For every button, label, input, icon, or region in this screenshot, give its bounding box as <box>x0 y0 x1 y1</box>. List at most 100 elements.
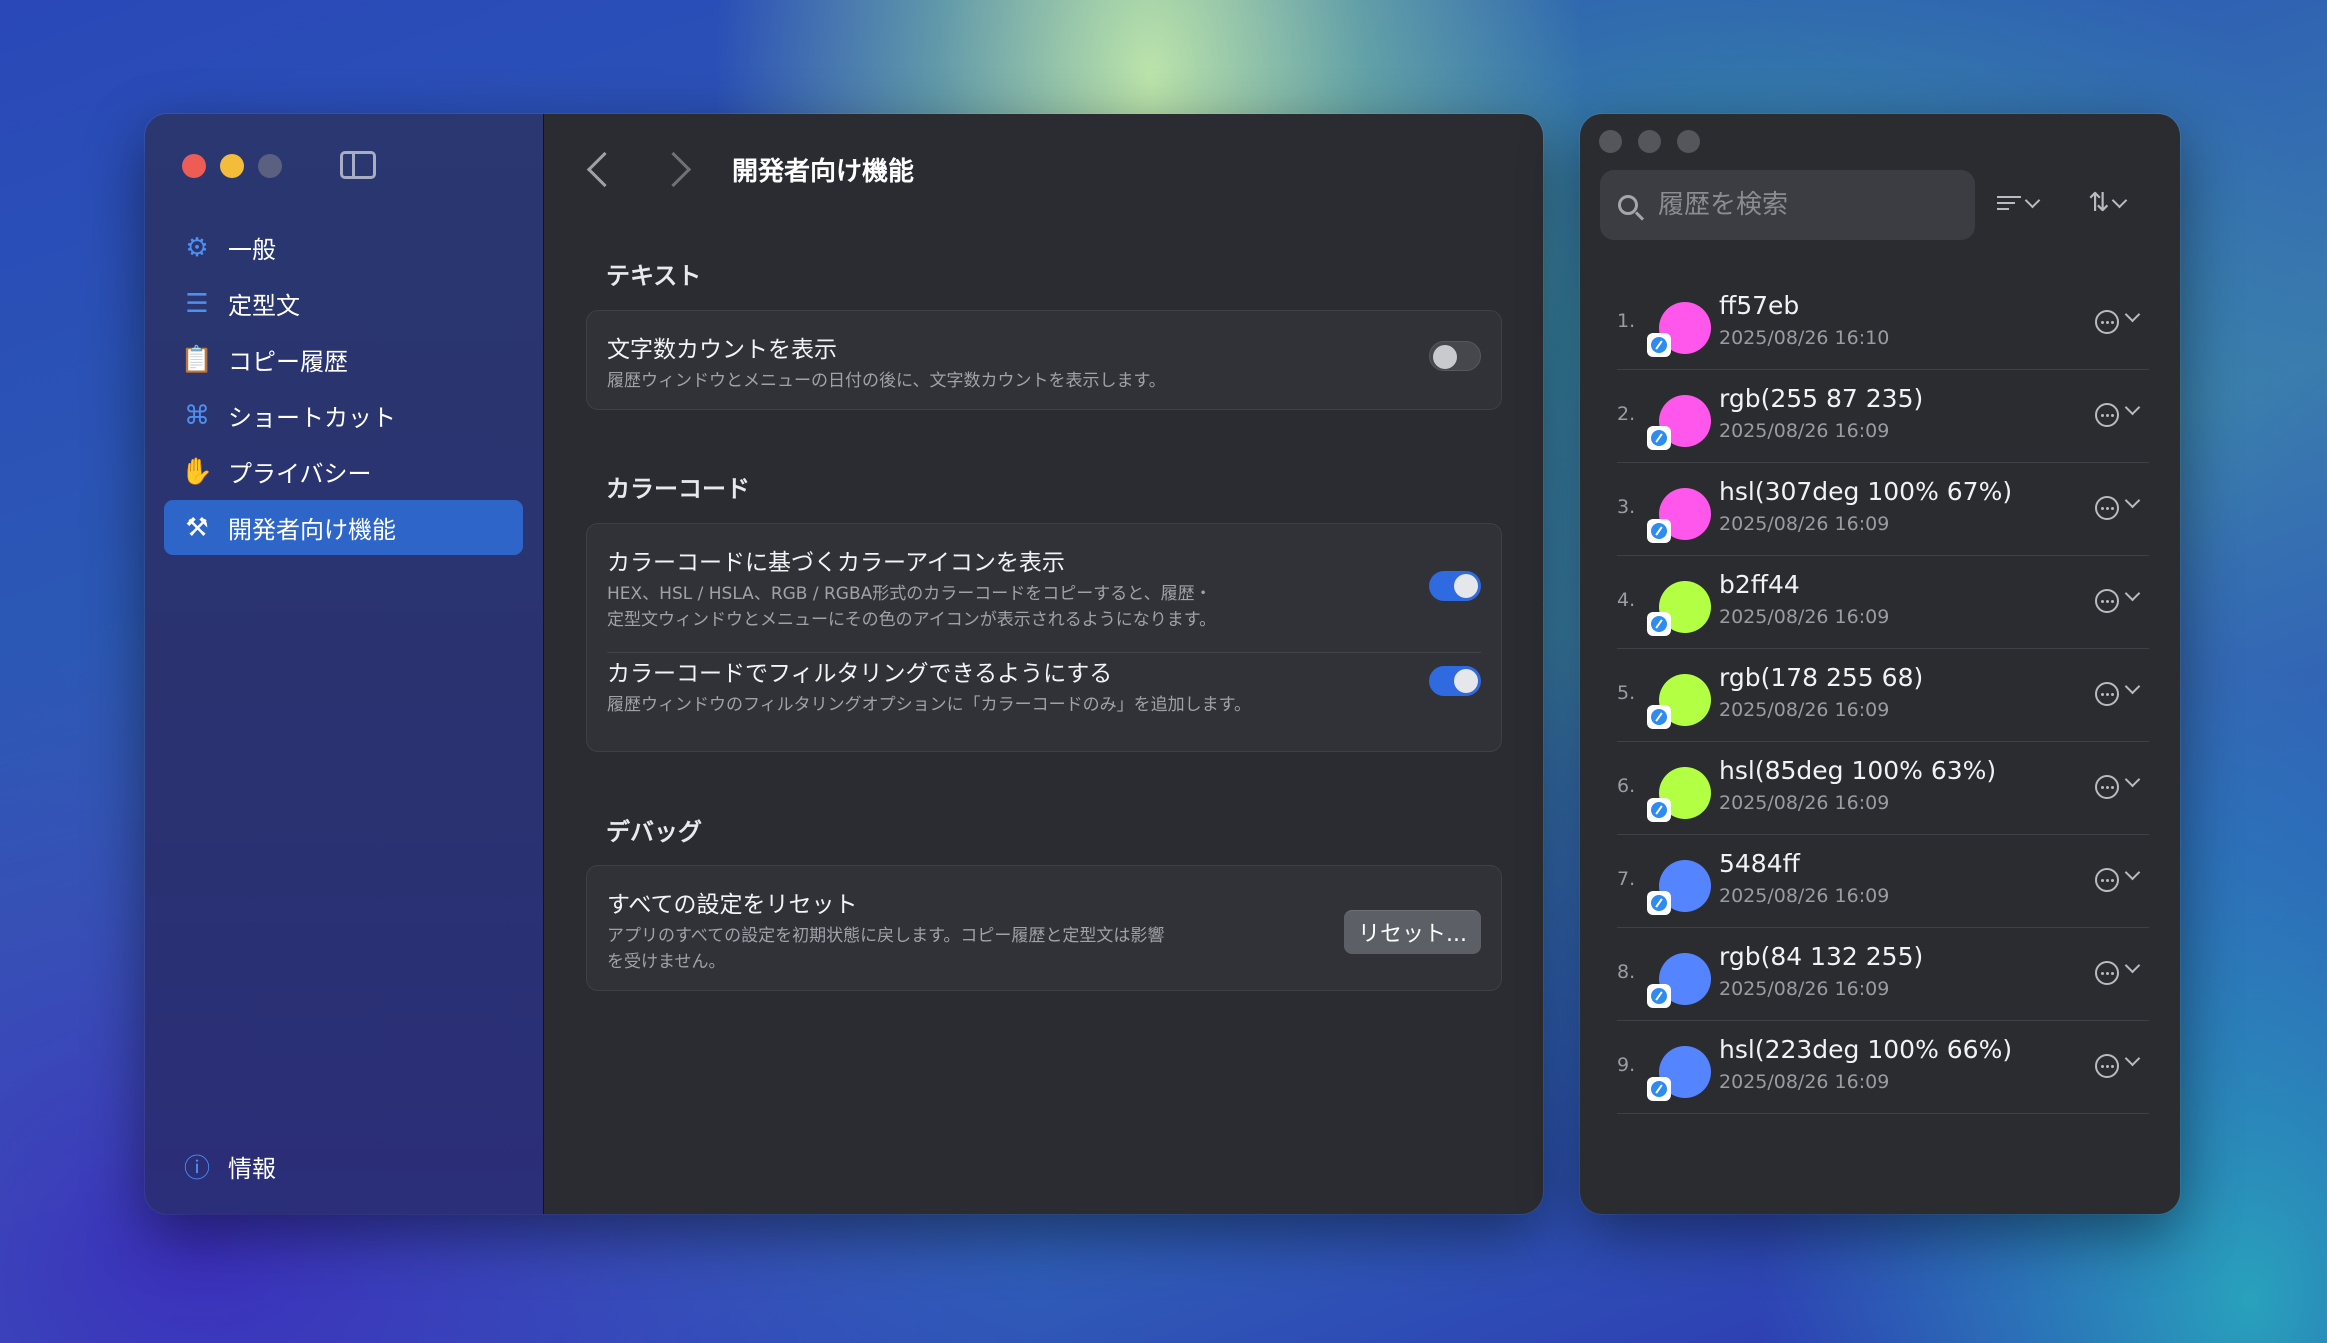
zoom-button[interactable] <box>258 154 282 178</box>
more-options-icon[interactable] <box>2095 682 2119 706</box>
section-title-debug: デバッグ <box>606 818 702 846</box>
setting-row-color-icon: カラーコードに基づくカラーアイコンを表示 HEX、HSL / HSLA、RGB … <box>587 524 1501 634</box>
filter-icon <box>1997 192 2021 214</box>
list-item[interactable]: 5. rgb(178 255 68) 2025/08/26 16:09 <box>1617 649 2149 742</box>
close-button[interactable] <box>182 154 206 178</box>
chevron-down-icon[interactable] <box>2124 492 2141 509</box>
list-item[interactable]: 3. hsl(307deg 100% 67%) 2025/08/26 16:09 <box>1617 463 2149 556</box>
list-item[interactable]: 8. rgb(84 132 255) 2025/08/26 16:09 <box>1617 928 2149 1021</box>
char-count-toggle[interactable] <box>1429 341 1481 371</box>
chevron-down-icon[interactable] <box>2124 399 2141 416</box>
sidebar-item-info[interactable]: ⓘ 情報 <box>182 1149 276 1184</box>
more-options-icon[interactable] <box>2095 310 2119 334</box>
safari-icon <box>1647 1077 1671 1101</box>
list-item[interactable]: 9. hsl(223deg 100% 66%) 2025/08/26 16:09 <box>1617 1021 2149 1114</box>
sidebar-item-label: プライバシー <box>228 460 372 488</box>
item-title: hsl(223deg 100% 66%) <box>1719 1035 2013 1064</box>
close-button[interactable] <box>1599 130 1622 153</box>
item-number: 8. <box>1617 961 1636 983</box>
sidebar-item-label: 開発者向け機能 <box>228 516 396 544</box>
list-item[interactable]: 6. hsl(85deg 100% 63%) 2025/08/26 16:09 <box>1617 742 2149 835</box>
sidebar-toggle-icon[interactable] <box>340 151 376 179</box>
sort-icon: ⇅ <box>2088 188 2110 218</box>
more-options-icon[interactable] <box>2095 868 2119 892</box>
safari-icon <box>1647 519 1671 543</box>
safari-icon <box>1647 333 1671 357</box>
color-filter-toggle[interactable] <box>1429 666 1481 696</box>
item-number: 1. <box>1617 310 1636 332</box>
more-options-icon[interactable] <box>2095 496 2119 520</box>
back-chevron-icon[interactable] <box>586 151 623 187</box>
item-title: hsl(307deg 100% 67%) <box>1719 477 2013 506</box>
info-icon: ⓘ <box>183 1154 210 1184</box>
item-date: 2025/08/26 16:09 <box>1719 1071 1890 1093</box>
setting-description-line: 定型文ウィンドウとメニューにその色のアイコンが表示されるようになります。 <box>607 610 1217 630</box>
item-title: hsl(85deg 100% 63%) <box>1719 756 1997 785</box>
item-number: 6. <box>1617 775 1636 797</box>
chevron-down-icon[interactable] <box>2124 585 2141 602</box>
minimize-button[interactable] <box>1638 130 1661 153</box>
setting-row-reset: すべての設定をリセット アプリのすべての設定を初期状態に戻します。コピー履歴と定… <box>587 866 1501 975</box>
chevron-down-icon[interactable] <box>2124 1050 2141 1067</box>
section-title-color-code: カラーコード <box>606 475 750 503</box>
setting-title: カラーコードに基づくカラーアイコンを表示 <box>607 550 1065 576</box>
chevron-down-icon[interactable] <box>2124 771 2141 788</box>
reset-button[interactable]: リセット... <box>1344 910 1481 954</box>
history-list: 1. ff57eb 2025/08/26 16:10 2. rgb(255 87 235… <box>1617 277 2149 1114</box>
safari-icon <box>1647 705 1671 729</box>
item-title: 5484ff <box>1719 849 1800 878</box>
search-icon <box>1618 195 1638 215</box>
item-number: 5. <box>1617 682 1636 704</box>
item-title: b2ff44 <box>1719 570 1800 599</box>
color-icon-toggle[interactable] <box>1429 571 1481 601</box>
sidebar-item-privacy[interactable]: ✋ プライバシー <box>164 444 523 499</box>
more-options-icon[interactable] <box>2095 775 2119 799</box>
sidebar-nav: ⚙ 一般 ☰ 定型文 📋 コピー履歴 ⌘ ショートカット ✋ プライバシー ⚒ … <box>164 220 523 556</box>
page-title: 開発者向け機能 <box>732 156 915 187</box>
list-item[interactable]: 4. b2ff44 2025/08/26 16:09 <box>1617 556 2149 649</box>
setting-title: カラーコードでフィルタリングできるようにする <box>607 661 1113 687</box>
sidebar-item-copy-history[interactable]: 📋 コピー履歴 <box>164 332 523 387</box>
safari-icon <box>1647 798 1671 822</box>
forward-chevron-icon[interactable] <box>655 151 692 187</box>
sort-button[interactable]: ⇅ <box>2088 188 2128 218</box>
sidebar-item-label: コピー履歴 <box>228 348 348 376</box>
more-options-icon[interactable] <box>2095 403 2119 427</box>
more-options-icon[interactable] <box>2095 1054 2119 1078</box>
item-date: 2025/08/26 16:09 <box>1719 606 1890 628</box>
sidebar-item-general[interactable]: ⚙ 一般 <box>164 220 523 275</box>
item-title: rgb(178 255 68) <box>1719 663 1924 692</box>
chevron-down-icon[interactable] <box>2124 864 2141 881</box>
chevron-down-icon <box>2024 192 2041 208</box>
item-title: rgb(84 132 255) <box>1719 942 1924 971</box>
filter-button[interactable] <box>1997 192 2041 214</box>
hand-icon: ✋ <box>180 456 214 487</box>
zoom-button[interactable] <box>1677 130 1700 153</box>
minimize-button[interactable] <box>220 154 244 178</box>
item-number: 7. <box>1617 868 1636 890</box>
sidebar-item-developer[interactable]: ⚒ 開発者向け機能 <box>164 500 523 555</box>
settings-main: 開発者向け機能 テキスト 文字数カウントを表示 履歴ウィンドウとメニューの日付の… <box>544 114 1543 1214</box>
chevron-down-icon[interactable] <box>2124 306 2141 323</box>
card-text: 文字数カウントを表示 履歴ウィンドウとメニューの日付の後に、文字数カウントを表示… <box>586 310 1502 410</box>
chevron-down-icon[interactable] <box>2124 957 2141 974</box>
setting-row-color-filter: カラーコードでフィルタリングできるようにする 履歴ウィンドウのフィルタリングオプ… <box>587 634 1501 718</box>
list-icon: ☰ <box>185 288 209 319</box>
chevron-down-icon[interactable] <box>2124 678 2141 695</box>
more-options-icon[interactable] <box>2095 961 2119 985</box>
safari-icon <box>1647 612 1671 636</box>
list-item[interactable]: 2. rgb(255 87 235) 2025/08/26 16:09 <box>1617 370 2149 463</box>
setting-description: HEX、HSL / HSLA、RGB / RGBA形式のカラーコードをコピーする… <box>607 581 1481 633</box>
sidebar-item-shortcuts[interactable]: ⌘ ショートカット <box>164 388 523 443</box>
item-date: 2025/08/26 16:09 <box>1719 699 1890 721</box>
clipboard-icon: 📋 <box>180 344 214 375</box>
item-number: 3. <box>1617 496 1636 518</box>
sidebar-item-snippets[interactable]: ☰ 定型文 <box>164 276 523 331</box>
list-item[interactable]: 7. 5484ff 2025/08/26 16:09 <box>1617 835 2149 928</box>
search-field[interactable] <box>1600 170 1975 240</box>
search-input[interactable] <box>1656 189 1940 221</box>
item-title: ff57eb <box>1719 291 1800 320</box>
list-item[interactable]: 1. ff57eb 2025/08/26 16:10 <box>1617 277 2149 370</box>
more-options-icon[interactable] <box>2095 589 2119 613</box>
setting-description: 履歴ウィンドウのフィルタリングオプションに「カラーコードのみ」を追加します。 <box>607 695 1251 715</box>
